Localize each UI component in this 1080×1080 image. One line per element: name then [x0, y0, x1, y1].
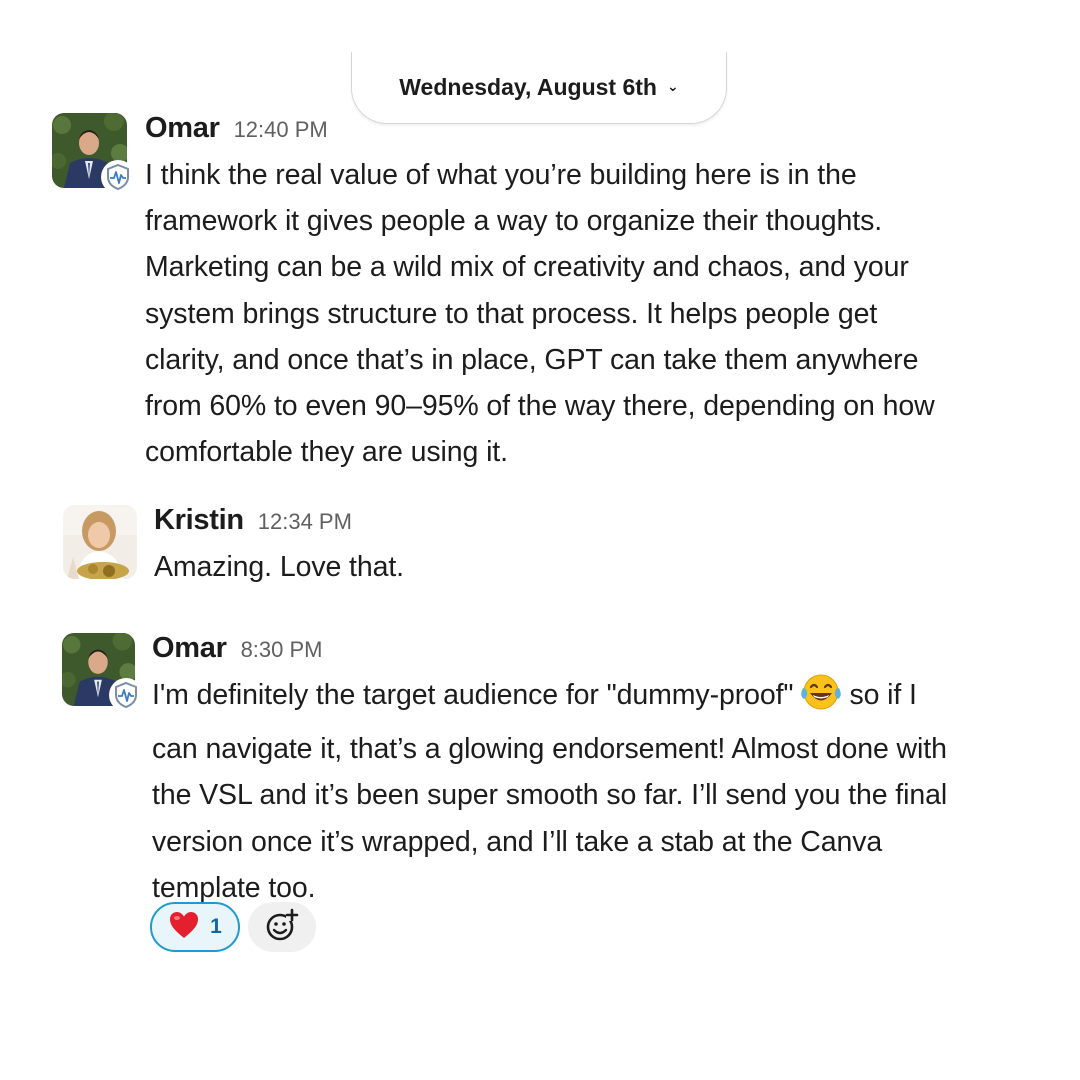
message-line: from 60% to even 90–95% of the way there…: [145, 390, 935, 423]
shield-badge-icon: [101, 160, 135, 194]
message-body: I think the real value of what you’re bu…: [145, 152, 1045, 475]
add-reaction-button[interactable]: [248, 902, 316, 952]
timestamp[interactable]: 12:40 PM: [234, 117, 328, 142]
message-line: the VSL and it’s been super smooth so fa…: [152, 779, 948, 812]
message-line: Amazing. Love that.: [154, 551, 404, 583]
date-divider[interactable]: Wednesday, August 6th ⌄: [351, 52, 727, 124]
message-text-segment: I'm definitely the target audience for "…: [152, 679, 794, 711]
reaction-count: 1: [210, 915, 222, 938]
message-text-segment: so if I: [849, 679, 917, 711]
avatar[interactable]: [63, 505, 137, 579]
message-line: can navigate it, that’s a glowing endors…: [152, 733, 947, 766]
avatar[interactable]: [52, 113, 135, 194]
message-line: system brings structure to that process.…: [145, 297, 878, 330]
message-line: I'm definitely the target audience for "…: [152, 672, 1052, 726]
message-line: version once it’s wrapped, and I’ll take…: [152, 825, 883, 858]
message-header: Kristin 12:34 PM: [154, 504, 352, 537]
message-line: Marketing can be a wild mix of creativit…: [145, 251, 909, 284]
add-reaction-icon: [264, 907, 300, 948]
message-line: I think the real value of what you’re bu…: [145, 159, 857, 191]
message-body: I'm definitely the target audience for "…: [152, 672, 1052, 911]
shield-badge-icon: [109, 678, 143, 712]
message-body: Amazing. Love that.: [154, 544, 1034, 590]
kristin-avatar-image: [63, 505, 137, 579]
sender-name[interactable]: Omar: [145, 112, 220, 144]
joy-emoji-icon: [799, 672, 843, 726]
timestamp[interactable]: 8:30 PM: [241, 637, 323, 662]
sender-name[interactable]: Kristin: [154, 504, 244, 536]
chevron-down-icon: ⌄: [666, 78, 679, 94]
heart-reaction-button[interactable]: 1: [150, 902, 240, 952]
avatar[interactable]: [62, 633, 143, 712]
heart-emoji-icon: [168, 910, 200, 945]
date-divider-label: Wednesday, August 6th: [399, 74, 657, 100]
message-line: comfortable they are using it.: [145, 436, 508, 469]
message-header: Omar 12:40 PM: [145, 112, 328, 145]
sender-name[interactable]: Omar: [152, 632, 227, 664]
message-line: framework it gives people a way to organ…: [145, 205, 883, 238]
message-header: Omar 8:30 PM: [152, 632, 323, 665]
timestamp[interactable]: 12:34 PM: [258, 509, 352, 534]
message-line: clarity, and once that’s in place, GPT c…: [145, 343, 919, 376]
